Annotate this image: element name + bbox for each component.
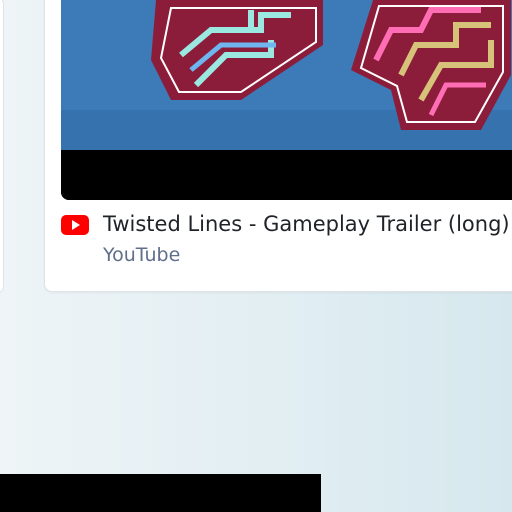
previous-card-edge — [0, 0, 4, 294]
video-title-link[interactable]: Twisted Lines - Gameplay Trailer (long) — [103, 210, 510, 238]
video-thumbnail[interactable] — [61, 0, 512, 200]
youtube-logo-icon — [61, 215, 89, 235]
video-source-label: YouTube — [103, 244, 181, 266]
next-video-embed[interactable] — [0, 474, 321, 512]
thumbnail-image — [61, 0, 512, 200]
